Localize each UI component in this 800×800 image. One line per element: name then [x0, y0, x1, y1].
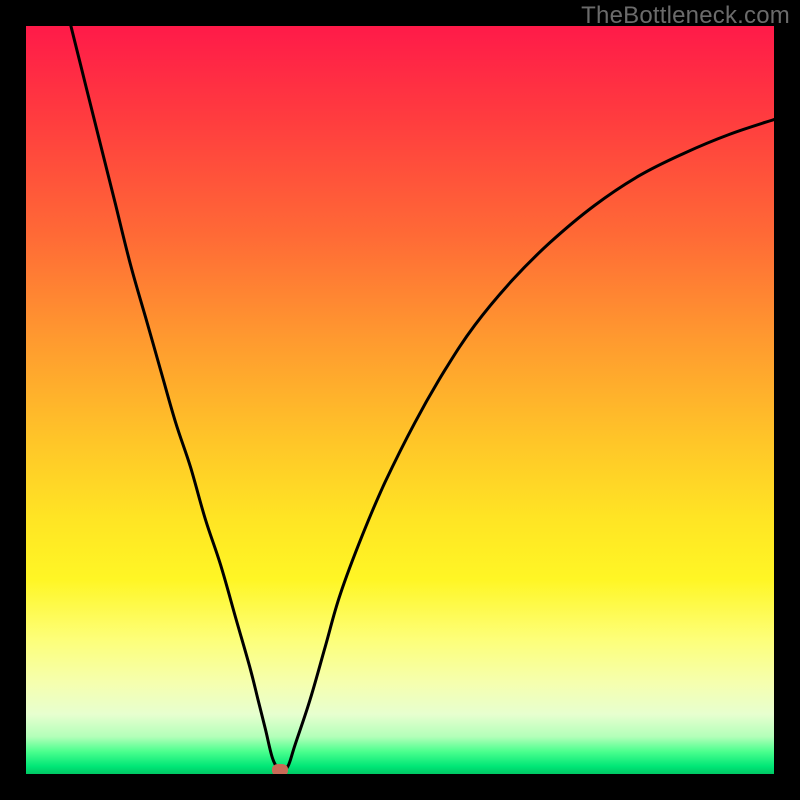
plot-area: [26, 26, 774, 774]
chart-frame: TheBottleneck.com: [0, 0, 800, 800]
watermark-text: TheBottleneck.com: [581, 2, 790, 30]
bottleneck-curve-path: [71, 26, 774, 771]
curve-svg: [26, 26, 774, 774]
optimal-point-marker: [272, 764, 288, 774]
